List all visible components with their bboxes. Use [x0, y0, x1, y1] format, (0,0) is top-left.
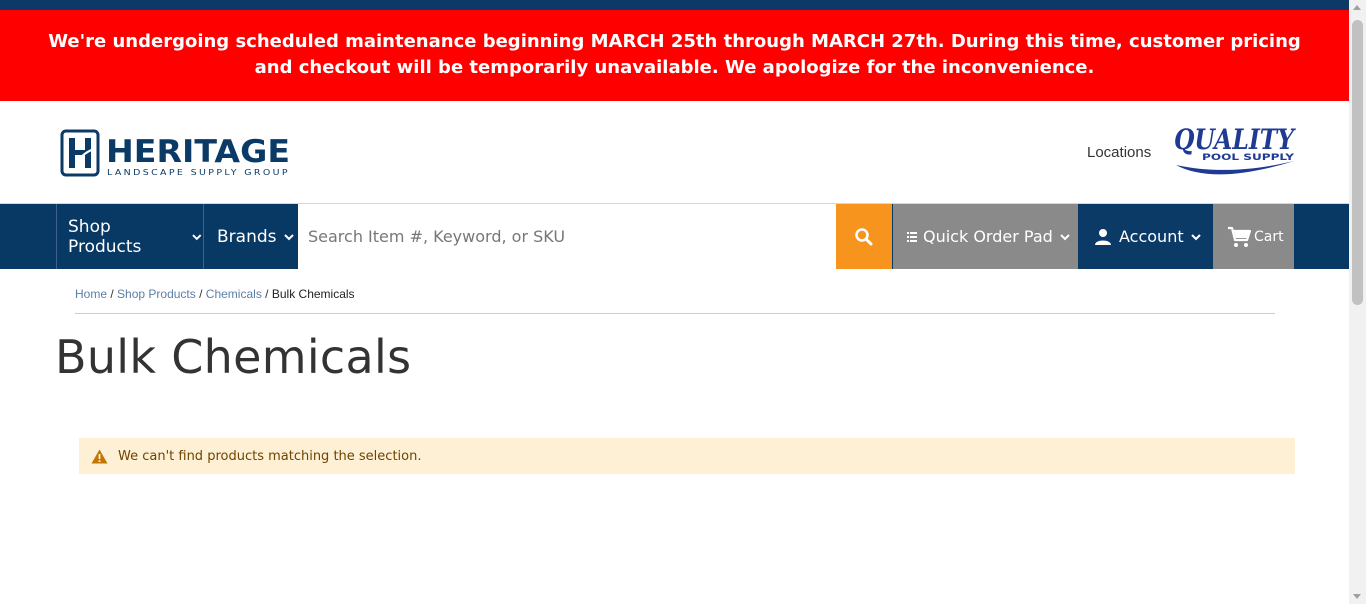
account-label: Account — [1119, 227, 1184, 246]
breadcrumb: Home / Shop Products / Chemicals / Bulk … — [75, 287, 355, 301]
chevron-down-icon — [192, 233, 202, 240]
page: We're undergoing scheduled maintenance b… — [0, 0, 1349, 604]
quick-order-pad-menu[interactable]: Quick Order Pad — [893, 204, 1078, 269]
brands-menu[interactable]: Brands — [205, 204, 298, 269]
chevron-down-icon — [1190, 233, 1201, 240]
breadcrumb-current: Bulk Chemicals — [271, 287, 355, 301]
page-scrollbar[interactable] — [1349, 0, 1366, 604]
search-button[interactable] — [836, 204, 892, 269]
account-menu[interactable]: Account — [1079, 204, 1212, 269]
scroll-down-arrow-icon[interactable] — [1353, 594, 1361, 599]
chevron-down-icon — [1060, 233, 1070, 240]
warning-icon — [91, 449, 108, 463]
cart-label: Cart — [1254, 228, 1284, 245]
top-stripe — [0, 0, 1349, 10]
breadcrumb-shop-products[interactable]: Shop Products — [117, 287, 196, 301]
maintenance-banner-text: We're undergoing scheduled maintenance b… — [48, 31, 1301, 78]
notice-text: We can't find products matching the sele… — [118, 448, 422, 464]
quality-pool-supply-logo[interactable]: QUALITY POOL SUPPLY — [1172, 121, 1298, 179]
search-input[interactable] — [298, 204, 836, 269]
page-title: Bulk Chemicals — [55, 330, 412, 384]
quick-order-pad-label: Quick Order Pad — [923, 227, 1053, 246]
chevron-down-icon — [283, 233, 294, 240]
user-icon — [1095, 228, 1111, 245]
brands-label: Brands — [217, 226, 277, 247]
search-icon — [855, 227, 873, 245]
cart-icon — [1228, 226, 1251, 247]
heritage-logo-wordmark: HERITAGE — [106, 134, 290, 170]
site-header: HERITAGE LANDSCAPE SUPPLY GROUP Location… — [0, 101, 1349, 203]
shop-products-menu[interactable]: Shop Products — [56, 204, 204, 269]
list-icon — [907, 231, 917, 242]
quality-logo-tagline: POOL SUPPLY — [1202, 153, 1295, 163]
locations-link[interactable]: Locations — [1087, 144, 1151, 161]
maintenance-banner: We're undergoing scheduled maintenance b… — [0, 10, 1349, 101]
shop-products-label: Shop Products — [68, 216, 142, 257]
scrollbar-thumb[interactable] — [1352, 20, 1363, 305]
cart-button[interactable]: Cart — [1213, 204, 1294, 269]
breadcrumb-separator: / — [265, 287, 269, 301]
breadcrumb-divider — [75, 313, 1275, 314]
breadcrumb-separator: / — [199, 287, 203, 301]
main-nav: Shop Products Brands Quick Order Pad — [0, 203, 1349, 269]
quality-logo-wordmark: QUALITY — [1174, 123, 1297, 156]
no-products-notice: We can't find products matching the sele… — [79, 438, 1295, 474]
breadcrumb-chemicals[interactable]: Chemicals — [206, 287, 262, 301]
scroll-up-arrow-icon[interactable] — [1353, 5, 1361, 10]
breadcrumb-home[interactable]: Home — [75, 287, 107, 301]
heritage-logo-tagline: LANDSCAPE SUPPLY GROUP — [107, 168, 290, 177]
breadcrumb-separator: / — [110, 287, 114, 301]
heritage-logo[interactable]: HERITAGE LANDSCAPE SUPPLY GROUP — [60, 129, 292, 177]
